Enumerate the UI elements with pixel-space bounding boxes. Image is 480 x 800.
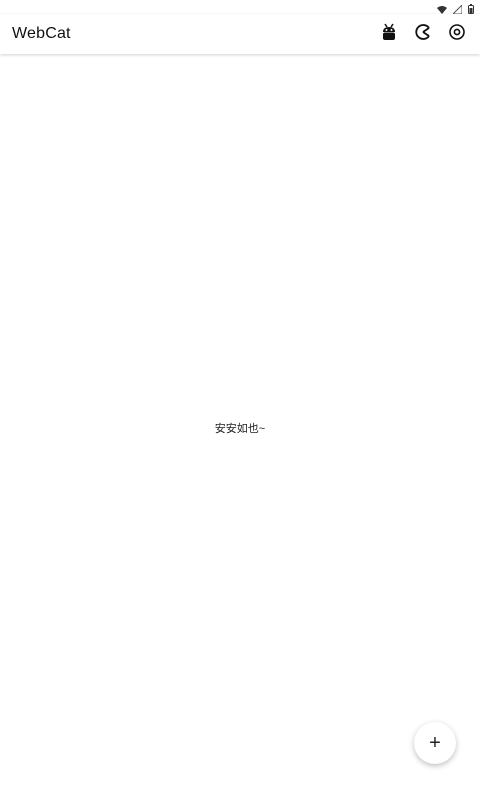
pacman-icon bbox=[414, 23, 432, 46]
pacman-button[interactable] bbox=[412, 23, 434, 45]
app-bar: WebCat bbox=[0, 14, 480, 54]
debug-button[interactable] bbox=[378, 23, 400, 45]
status-bar bbox=[0, 0, 480, 15]
app-title: WebCat bbox=[12, 25, 71, 42]
add-icon: + bbox=[429, 732, 441, 754]
app-bar-actions bbox=[378, 23, 468, 45]
empty-state-text: 安安如也~ bbox=[214, 423, 266, 435]
preview-button[interactable] bbox=[446, 23, 468, 45]
eye-icon bbox=[448, 23, 466, 46]
android-bug-icon bbox=[381, 23, 397, 46]
add-fab-button[interactable]: + bbox=[414, 722, 456, 764]
